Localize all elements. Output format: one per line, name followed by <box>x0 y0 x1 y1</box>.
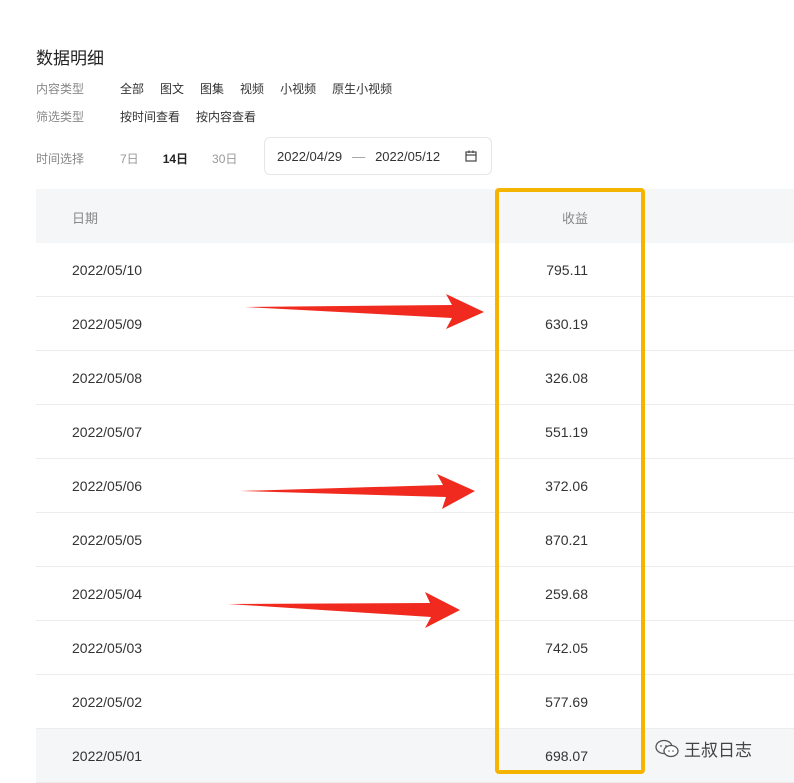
row-date: 2022/05/03 <box>72 640 143 656</box>
row-date: 2022/05/01 <box>72 748 143 764</box>
row-income: 742.05 <box>545 640 588 656</box>
time-option-7d[interactable]: 7日 <box>120 150 139 167</box>
filter-type-filter: 筛选类型 按时间查看 按内容查看 <box>36 108 272 125</box>
content-type-option-all[interactable]: 全部 <box>120 80 144 97</box>
table-row: 2022/05/03 742.05 <box>36 621 794 675</box>
row-income: 577.69 <box>545 694 588 710</box>
row-date: 2022/05/04 <box>72 586 143 602</box>
content-type-label: 内容类型 <box>36 82 85 96</box>
data-table: 日期 收益 2022/05/10 795.11 2022/05/09 630.1… <box>36 189 794 783</box>
date-range-picker[interactable]: 2022/04/29 — 2022/05/12 <box>264 137 492 175</box>
row-income: 698.07 <box>545 748 588 764</box>
row-date: 2022/05/05 <box>72 532 143 548</box>
filter-type-option-by-time[interactable]: 按时间查看 <box>120 108 180 125</box>
watermark: 王叔日志 <box>654 736 752 761</box>
table-row: 2022/05/06 372.06 <box>36 459 794 513</box>
date-range-end: 2022/05/12 <box>375 148 441 164</box>
content-type-option-article[interactable]: 图文 <box>160 80 184 97</box>
content-type-option-native-short-video[interactable]: 原生小视频 <box>332 80 392 97</box>
time-option-14d[interactable]: 14日 <box>163 150 188 167</box>
row-income: 630.19 <box>545 316 588 332</box>
time-select-filter: 时间选择 7日 14日 30日 <box>36 150 253 167</box>
row-date: 2022/05/02 <box>72 694 143 710</box>
page-title: 数据明细 <box>36 49 104 68</box>
filter-type-label: 筛选类型 <box>36 110 85 124</box>
table-row: 2022/05/02 577.69 <box>36 675 794 729</box>
date-range-start: 2022/04/29 <box>277 148 343 164</box>
content-type-option-gallery[interactable]: 图集 <box>200 80 224 97</box>
row-income: 372.06 <box>545 478 588 494</box>
row-date: 2022/05/10 <box>72 262 143 278</box>
row-income: 795.11 <box>546 262 588 278</box>
content-type-option-video[interactable]: 视频 <box>240 80 264 97</box>
row-income: 259.68 <box>545 586 588 602</box>
row-date: 2022/05/08 <box>72 370 143 386</box>
table-row: 2022/05/09 630.19 <box>36 297 794 351</box>
row-income: 326.08 <box>545 370 588 386</box>
row-date: 2022/05/06 <box>72 478 143 494</box>
content-type-filter: 内容类型 全部 图文 图集 视频 小视频 原生小视频 <box>36 80 408 97</box>
time-select-label: 时间选择 <box>36 152 85 166</box>
date-range-separator: — <box>352 148 366 164</box>
table-row: 2022/05/07 551.19 <box>36 405 794 459</box>
row-income: 551.19 <box>545 424 588 440</box>
table-header: 日期 收益 <box>36 189 794 243</box>
column-header-income[interactable]: 收益 <box>562 208 588 227</box>
table-row: 2022/05/04 259.68 <box>36 567 794 621</box>
table-row: 2022/05/10 795.11 <box>36 243 794 297</box>
row-date: 2022/05/09 <box>72 316 143 332</box>
watermark-text: 王叔日志 <box>684 741 752 760</box>
table-row: 2022/05/08 326.08 <box>36 351 794 405</box>
calendar-icon[interactable] <box>465 150 477 162</box>
row-income: 870.21 <box>545 532 588 548</box>
row-date: 2022/05/07 <box>72 424 143 440</box>
wechat-icon <box>655 739 679 757</box>
column-header-date[interactable]: 日期 <box>72 208 98 227</box>
table-row: 2022/05/05 870.21 <box>36 513 794 567</box>
filter-type-option-by-content[interactable]: 按内容查看 <box>196 108 256 125</box>
content-type-option-short-video[interactable]: 小视频 <box>280 80 316 97</box>
time-option-30d[interactable]: 30日 <box>212 150 237 167</box>
